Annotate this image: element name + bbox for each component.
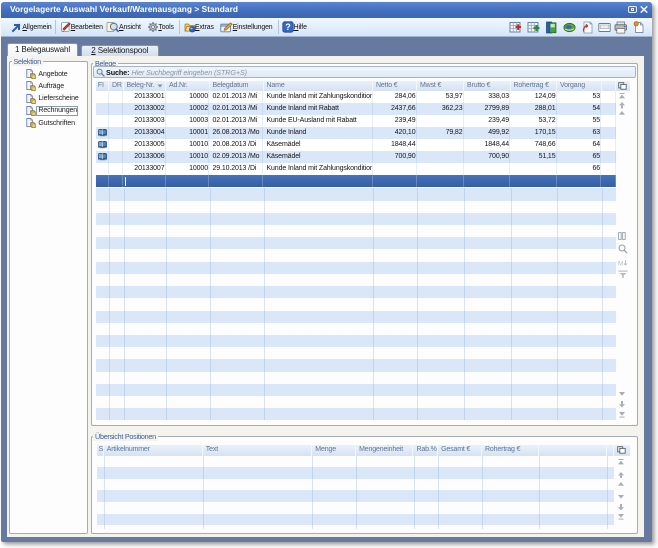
svg-text:?: ? [285,22,291,32]
svg-text:M: M [618,260,623,267]
